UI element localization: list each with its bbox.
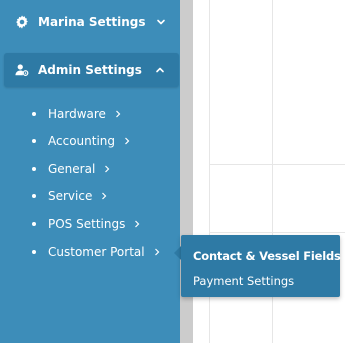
grid-line	[209, 232, 345, 233]
customer-portal-flyout: Contact & Vessel Fields Payment Settings	[181, 235, 341, 297]
bullet-icon	[32, 194, 36, 198]
bullet-icon	[32, 250, 36, 254]
nav-admin-settings-label: Admin Settings	[38, 63, 142, 77]
sidebar: Marina Settings Admin Settings Hardware …	[0, 0, 180, 343]
nav-admin-settings[interactable]: Admin Settings	[4, 53, 179, 87]
sidebar-item-label: Hardware	[48, 107, 106, 121]
sidebar-item-label: Service	[48, 189, 93, 203]
chevron-right-icon	[102, 192, 107, 200]
sidebar-item-label: POS Settings	[48, 217, 126, 231]
bullet-icon	[32, 112, 36, 116]
bullet-icon	[32, 139, 36, 143]
chevron-right-icon	[125, 137, 130, 145]
sidebar-item-pos-settings[interactable]: POS Settings	[32, 214, 140, 234]
flyout-item-contact-vessel-fields[interactable]: Contact & Vessel Fields	[193, 249, 341, 263]
sidebar-item-general[interactable]: General	[32, 159, 110, 179]
grid-line	[209, 164, 345, 165]
bullet-icon	[32, 222, 36, 226]
sidebar-item-customer-portal[interactable]: Customer Portal	[32, 242, 160, 262]
chevron-down-icon	[157, 19, 165, 24]
flyout-pointer	[174, 246, 181, 260]
nav-marina-settings[interactable]: Marina Settings	[0, 5, 180, 38]
sidebar-item-label: Customer Portal	[48, 245, 145, 259]
gear-icon	[16, 14, 28, 29]
sidebar-item-label: Accounting	[48, 134, 116, 148]
sidebar-item-service[interactable]: Service	[32, 186, 107, 206]
chevron-right-icon	[135, 220, 140, 228]
flyout-item-payment-settings[interactable]: Payment Settings	[193, 274, 294, 288]
chevron-right-icon	[105, 165, 110, 173]
chevron-up-icon	[156, 67, 164, 73]
user-gear-icon	[15, 64, 29, 76]
bullet-icon	[32, 167, 36, 171]
sidebar-item-label: General	[48, 162, 96, 176]
sidebar-item-hardware[interactable]: Hardware	[32, 104, 121, 124]
nav-marina-settings-label: Marina Settings	[38, 14, 146, 29]
sidebar-item-accounting[interactable]: Accounting	[32, 131, 130, 151]
chevron-right-icon	[154, 248, 159, 256]
chevron-right-icon	[116, 110, 121, 118]
